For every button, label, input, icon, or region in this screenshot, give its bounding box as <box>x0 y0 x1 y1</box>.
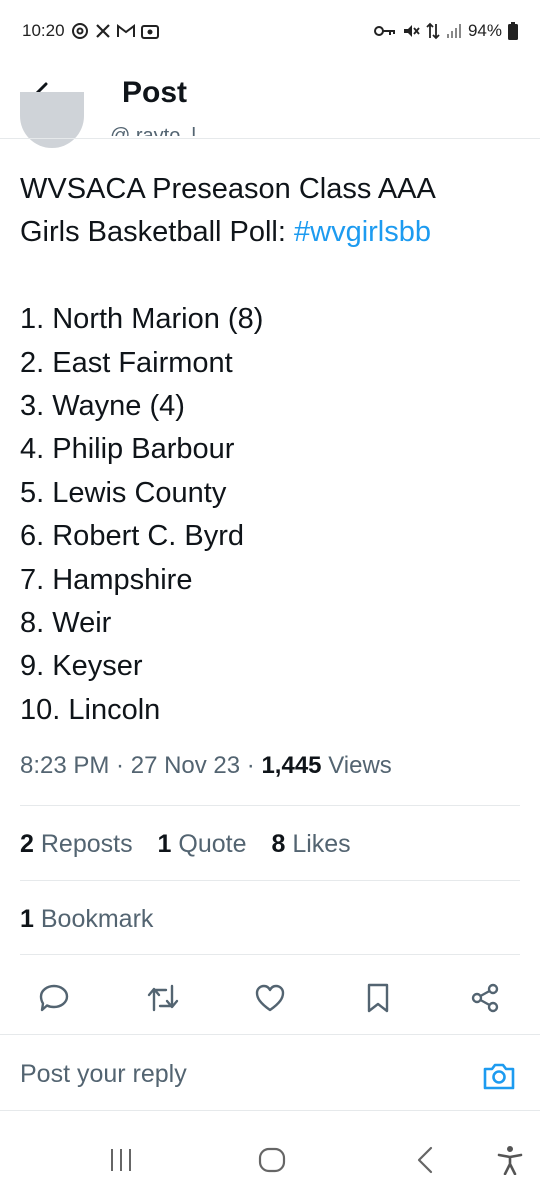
battery-percent: 94% <box>467 21 502 40</box>
x-icon <box>95 23 111 39</box>
reply-input[interactable] <box>20 1060 460 1089</box>
ranking-item: 4. Philip Barbour <box>20 433 235 466</box>
camera-button[interactable] <box>480 1058 518 1094</box>
views-label: Views <box>328 752 392 779</box>
camera-icon <box>483 1063 515 1090</box>
repost-icon <box>147 984 179 1012</box>
divider <box>20 805 520 806</box>
ranking-item: 5. Lewis County <box>20 476 227 509</box>
engagement-stats: 2 Reposts 1 Quote 8 Likes <box>20 830 369 859</box>
recent-apps-button[interactable] <box>101 1144 141 1176</box>
divider <box>0 1110 540 1111</box>
share-button[interactable] <box>467 980 503 1016</box>
home-button[interactable] <box>252 1144 292 1176</box>
avatar[interactable] <box>20 92 84 148</box>
like-button[interactable] <box>252 980 288 1016</box>
gallery-icon <box>140 23 159 39</box>
ranking-item: 8. Weir <box>20 607 112 640</box>
ranking-item: 1. North Marion (8) <box>20 303 264 336</box>
bookmarks-stat[interactable]: 1 Bookmark <box>20 905 153 934</box>
ranking-item: 3. Wayne (4) <box>20 390 185 423</box>
vpn-key-icon <box>373 25 396 37</box>
share-icon <box>471 983 499 1013</box>
status-right: 94% <box>373 21 518 41</box>
threads-icon <box>71 22 89 40</box>
battery-icon <box>508 22 518 40</box>
accessibility-button[interactable] <box>490 1144 530 1176</box>
home-icon <box>258 1147 286 1173</box>
data-icon <box>426 22 440 40</box>
post-meta: 8:23 PM · 27 Nov 23 · 1,445 Views <box>20 752 392 779</box>
divider <box>20 880 520 881</box>
quotes-stat[interactable]: 1 Quote <box>158 830 247 859</box>
status-left: 10:20 <box>22 21 159 41</box>
gmail-icon <box>116 24 135 38</box>
mute-icon <box>402 22 420 40</box>
ranking-item: 10. Lincoln <box>20 693 161 726</box>
divider <box>0 1034 540 1035</box>
repost-button[interactable] <box>145 980 181 1016</box>
post-time: 8:23 PM <box>20 752 110 779</box>
views-count: 1,445 <box>261 752 322 779</box>
chevron-left-icon <box>417 1146 433 1174</box>
bookmark-icon <box>367 983 389 1013</box>
recent-apps-icon <box>111 1149 131 1171</box>
status-bar: 10:20 94% <box>0 0 540 62</box>
ranking-item: 7. Hampshire <box>20 563 193 596</box>
heart-icon <box>255 984 285 1012</box>
post-text: WVSACA Preseason Class AAA Girls Basketb… <box>20 168 525 732</box>
ranking-item: 2. East Fairmont <box>20 346 233 379</box>
page-title: Post <box>122 76 188 109</box>
status-time: 10:20 <box>22 21 65 40</box>
ranking-item: 6. Robert C. Byrd <box>20 520 245 553</box>
nav-back-button[interactable] <box>405 1144 445 1176</box>
hashtag-link[interactable]: #wvgirlsbb <box>294 216 431 248</box>
signal-icon <box>446 23 462 39</box>
reposts-stat[interactable]: 2 Reposts <box>20 830 133 859</box>
bookmark-button[interactable] <box>360 980 396 1016</box>
accessibility-icon <box>497 1146 523 1175</box>
post-date: 27 Nov 23 <box>130 752 241 779</box>
comment-icon <box>39 984 69 1012</box>
reply-button[interactable] <box>36 980 72 1016</box>
reply-bar <box>0 1040 540 1110</box>
divider <box>20 954 520 955</box>
ranking-item: 9. Keyser <box>20 650 143 683</box>
likes-stat[interactable]: 8 Likes <box>271 830 350 859</box>
action-bar <box>0 972 540 1022</box>
header-divider <box>0 138 540 139</box>
author-handle[interactable]: @ rayto_l... <box>110 118 213 136</box>
system-nav-bar <box>0 1120 540 1200</box>
